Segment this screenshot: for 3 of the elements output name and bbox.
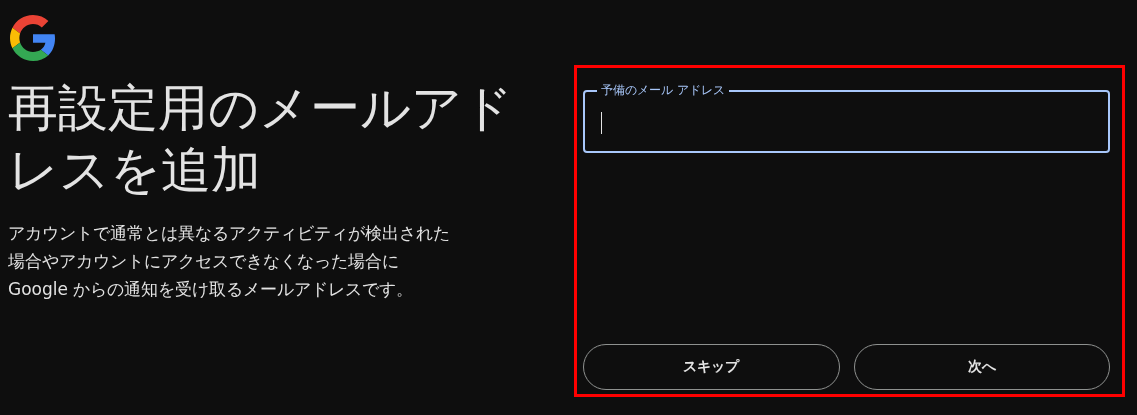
google-logo-icon	[10, 15, 56, 61]
description-text: アカウントで通常とは異なるアクティビティが検出された場合やアカウントにアクセスできなくなった場合に Google からの通知を受け取るメールアドレスです。	[8, 222, 451, 301]
page-heading: 再設定用のメールアドレスを追加	[8, 78, 514, 201]
